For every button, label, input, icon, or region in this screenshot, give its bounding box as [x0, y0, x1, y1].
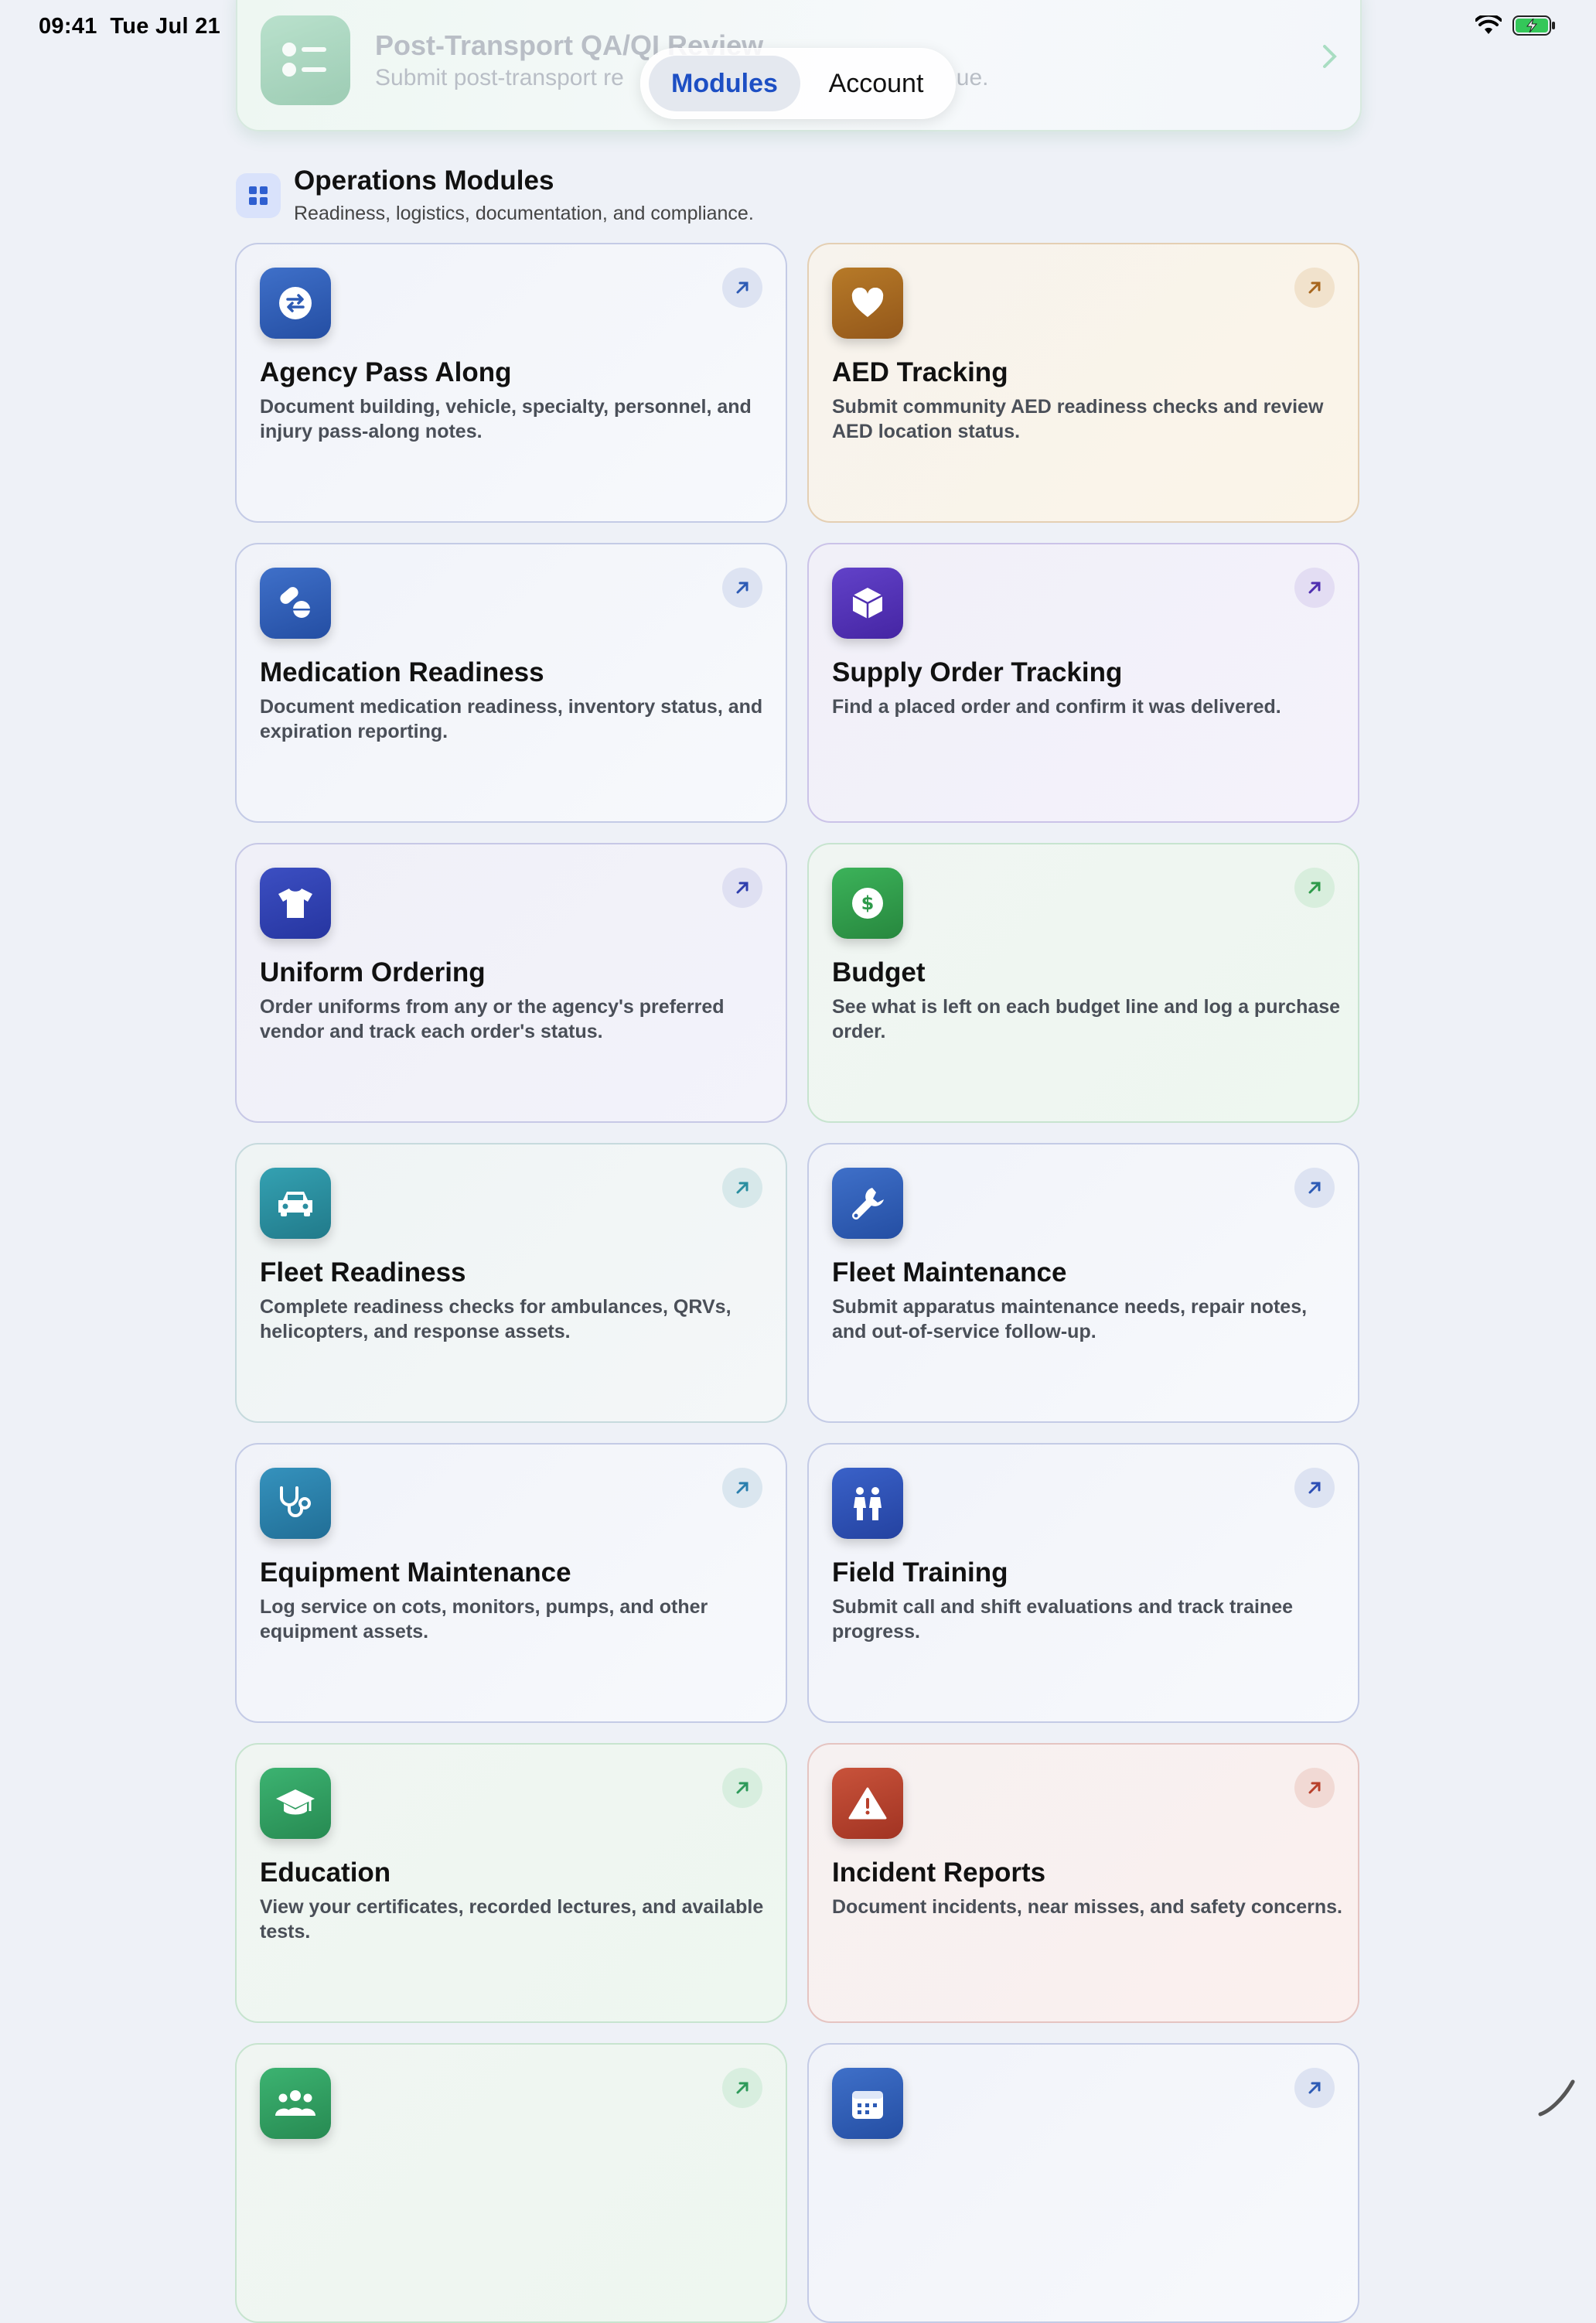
calendar-icon [832, 2068, 903, 2139]
pills-icon [260, 568, 331, 639]
open-arrow-icon [1294, 268, 1335, 308]
module-title: Budget [832, 957, 926, 988]
module-card-aed-tracking[interactable]: AED Tracking Submit community AED readin… [807, 243, 1359, 523]
group-icon [260, 2068, 331, 2139]
module-card-fleet-maintenance[interactable]: Fleet Maintenance Submit apparatus maint… [807, 1143, 1359, 1423]
module-card-fleet-readiness[interactable]: Fleet Readiness Complete readiness check… [235, 1143, 787, 1423]
people-walking-icon [832, 1468, 903, 1539]
top-card-subtitle-right: ue. [956, 65, 989, 90]
open-arrow-icon [1294, 568, 1335, 608]
top-card-subtitle-left: Submit post-transport re [375, 65, 624, 90]
open-arrow-icon [722, 1468, 762, 1508]
tab-account[interactable]: Account [805, 56, 947, 111]
stethoscope-icon [260, 1468, 331, 1539]
module-card-agency-pass-along[interactable]: Agency Pass Along Document building, veh… [235, 243, 787, 523]
open-arrow-icon [1294, 868, 1335, 908]
module-card-equipment-maintenance[interactable]: Equipment Maintenance Log service on cot… [235, 1443, 787, 1723]
module-description: Complete readiness checks for ambulances… [260, 1296, 732, 1342]
graduation-cap-icon [260, 1768, 331, 1839]
open-arrow-icon [722, 1168, 762, 1208]
module-title: Uniform Ordering [260, 957, 486, 988]
section-subtitle: Readiness, logistics, documentation, and… [294, 203, 754, 224]
section-title: Operations Modules [294, 165, 554, 196]
grid-icon [236, 173, 281, 218]
module-description: See what is left on each budget line and… [832, 996, 1341, 1042]
module-description: Find a placed order and confirm it was d… [832, 696, 1281, 718]
module-card-group[interactable] [235, 2043, 787, 2323]
open-arrow-icon [722, 268, 762, 308]
module-card-calendar[interactable] [807, 2043, 1359, 2323]
clock: 09:41 [39, 14, 97, 39]
chevron-right-icon [1323, 45, 1337, 68]
module-card-uniform-ordering[interactable]: Uniform Ordering Order uniforms from any… [235, 843, 787, 1123]
open-arrow-icon [1294, 1168, 1335, 1208]
module-card-supply-order-tracking[interactable]: Supply Order Tracking Find a placed orde… [807, 543, 1359, 823]
module-title: Medication Readiness [260, 657, 544, 687]
open-arrow-icon [722, 1768, 762, 1808]
module-description: Order uniforms from any or the agency's … [260, 996, 725, 1042]
module-title: AED Tracking [832, 357, 1008, 387]
module-description: View your certificates, recorded lecture… [260, 1896, 764, 1943]
date: Tue Jul 21 [110, 14, 221, 39]
svg-text:$: $ [861, 892, 875, 914]
open-arrow-icon [722, 868, 762, 908]
tshirt-icon [260, 868, 331, 939]
dollar-icon: $ [832, 868, 903, 939]
module-card-education[interactable]: Education View your certificates, record… [235, 1743, 787, 2023]
status-bar-time: 09:41 Tue Jul 21 [39, 14, 220, 39]
module-title: Agency Pass Along [260, 357, 512, 387]
module-description: Document medication readiness, inventory… [260, 696, 763, 742]
module-title: Field Training [832, 1557, 1008, 1588]
module-description: Submit apparatus maintenance needs, repa… [832, 1296, 1308, 1342]
wrench-icon [832, 1168, 903, 1239]
open-arrow-icon [722, 568, 762, 608]
tab-modules[interactable]: Modules [649, 56, 800, 111]
battery-charging-icon [1512, 15, 1555, 36]
module-description: Submit community AED readiness checks an… [832, 396, 1324, 442]
heart-icon [832, 268, 903, 339]
wifi-icon [1475, 15, 1502, 34]
scroll-corner-indicator [1538, 2079, 1575, 2117]
module-card-medication-readiness[interactable]: Medication Readiness Document medication… [235, 543, 787, 823]
warning-icon [832, 1768, 903, 1839]
module-description: Log service on cots, monitors, pumps, an… [260, 1596, 708, 1642]
module-title: Education [260, 1857, 391, 1888]
open-arrow-icon [1294, 1468, 1335, 1508]
open-arrow-icon [1294, 2068, 1335, 2108]
package-icon [832, 568, 903, 639]
module-description: Document incidents, near misses, and saf… [832, 1896, 1342, 1918]
module-title: Incident Reports [832, 1857, 1046, 1888]
module-title: Fleet Readiness [260, 1257, 466, 1288]
module-title: Supply Order Tracking [832, 657, 1123, 687]
car-icon [260, 1168, 331, 1239]
module-description: Document building, vehicle, specialty, p… [260, 396, 752, 442]
open-arrow-icon [722, 2068, 762, 2108]
tab-switcher: Modules Account [640, 48, 956, 119]
module-card-budget[interactable]: $ Budget See what is left on each budget… [807, 843, 1359, 1123]
module-card-incident-reports[interactable]: Incident Reports Document incidents, nea… [807, 1743, 1359, 2023]
swap-arrows-icon [260, 268, 331, 339]
module-card-field-training[interactable]: Field Training Submit call and shift eva… [807, 1443, 1359, 1723]
module-title: Equipment Maintenance [260, 1557, 571, 1588]
checklist-icon [261, 15, 350, 105]
module-title: Fleet Maintenance [832, 1257, 1067, 1288]
open-arrow-icon [1294, 1768, 1335, 1808]
module-description: Submit call and shift evaluations and tr… [832, 1596, 1293, 1642]
status-indicators [1475, 15, 1556, 36]
